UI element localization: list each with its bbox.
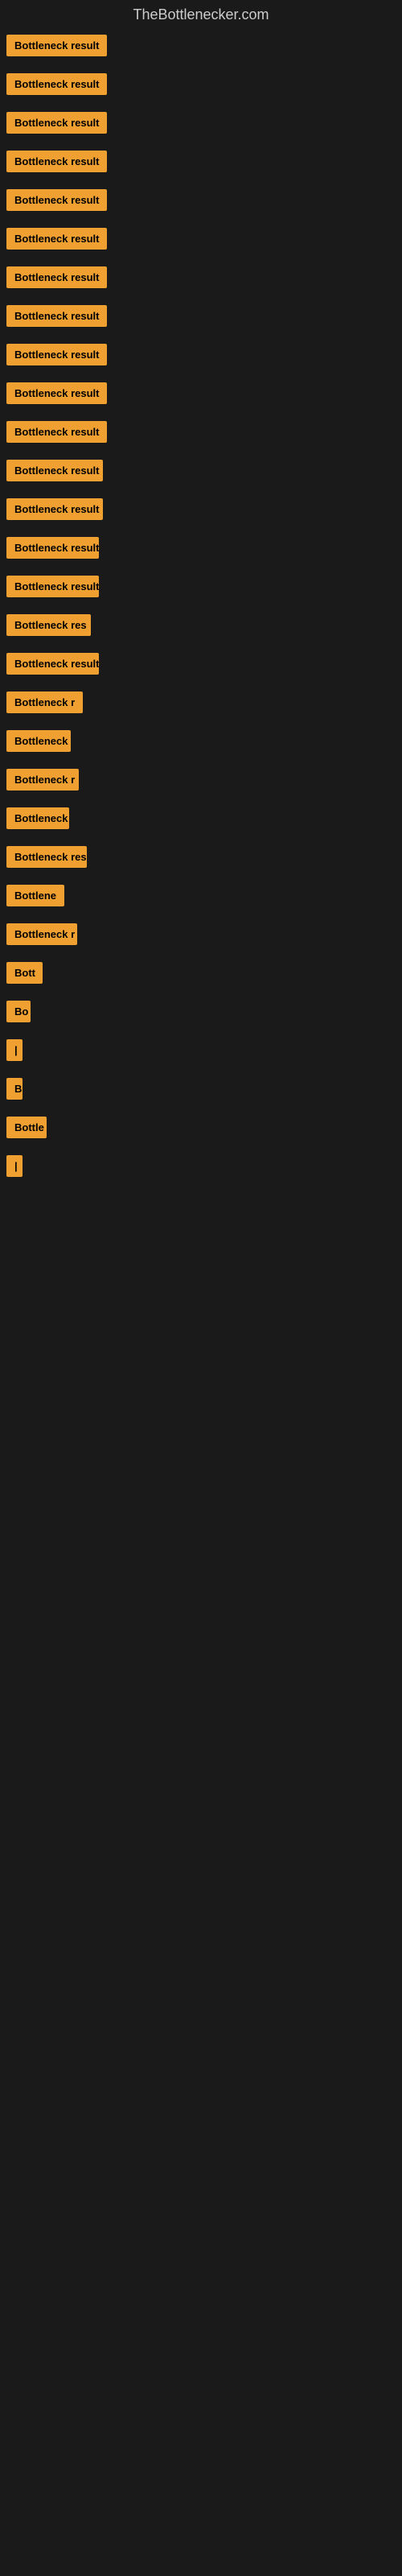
bottleneck-row: Bottleneck <box>0 803 402 838</box>
bottleneck-result-badge[interactable]: Bottleneck result <box>6 421 107 443</box>
bottleneck-result-badge[interactable]: | <box>6 1155 23 1177</box>
bottleneck-result-badge[interactable]: Bottleneck result <box>6 73 107 95</box>
site-title: TheBottlenecker.com <box>0 0 402 30</box>
bottleneck-result-badge[interactable]: Bottleneck result <box>6 35 107 56</box>
bottleneck-row: Bottleneck result <box>0 300 402 336</box>
bottleneck-row: Bottleneck res <box>0 609 402 645</box>
bottleneck-row: Bott <box>0 957 402 993</box>
bottleneck-result-badge[interactable]: Bottleneck result <box>6 382 107 404</box>
bottleneck-row: Bottleneck result <box>0 30 402 65</box>
bottleneck-result-badge[interactable]: Bottleneck result <box>6 266 107 288</box>
bottleneck-row: Bottlene <box>0 880 402 915</box>
bottleneck-row: Bottle <box>0 1112 402 1147</box>
bottleneck-row: Bottleneck result <box>0 571 402 606</box>
bottleneck-row: Bottleneck result <box>0 68 402 104</box>
bottleneck-result-badge[interactable]: Bottleneck result <box>6 189 107 211</box>
bottleneck-row: Bottleneck result <box>0 648 402 683</box>
bottleneck-row: Bottleneck result <box>0 378 402 413</box>
bottleneck-result-badge[interactable]: | <box>6 1039 23 1061</box>
bottleneck-row: | <box>0 1034 402 1070</box>
bottleneck-row: Bottleneck res <box>0 841 402 877</box>
bottleneck-result-badge[interactable]: B <box>6 1078 23 1100</box>
bottleneck-result-badge[interactable]: Bottleneck r <box>6 769 79 791</box>
bottleneck-result-badge[interactable]: Bottleneck result <box>6 576 99 597</box>
bottleneck-result-badge[interactable]: Bottleneck result <box>6 653 99 675</box>
bottleneck-row: Bottleneck r <box>0 687 402 722</box>
bottleneck-result-badge[interactable]: Bottle <box>6 1117 47 1138</box>
bottleneck-row: Bottleneck r <box>0 764 402 799</box>
bottleneck-row: B <box>0 1073 402 1108</box>
bottleneck-result-badge[interactable]: Bottleneck result <box>6 228 107 250</box>
bottleneck-row: | <box>0 1150 402 1186</box>
bottleneck-row: Bottleneck result <box>0 339 402 374</box>
bottleneck-row: Bottleneck result <box>0 223 402 258</box>
bottleneck-result-badge[interactable]: Bottleneck result <box>6 112 107 134</box>
bottleneck-result-badge[interactable]: Bottleneck result <box>6 151 107 172</box>
bottleneck-row: Bottleneck <box>0 725 402 761</box>
bottleneck-result-badge[interactable]: Bottleneck <box>6 807 69 829</box>
bottleneck-row: Bottleneck result <box>0 532 402 568</box>
bottleneck-row: Bottleneck result <box>0 416 402 452</box>
bottleneck-result-badge[interactable]: Bottleneck r <box>6 923 77 945</box>
bottleneck-row: Bottleneck result <box>0 107 402 142</box>
bottleneck-row: Bottleneck result <box>0 184 402 220</box>
bottleneck-row: Bottleneck result <box>0 146 402 181</box>
bottleneck-result-badge[interactable]: Bottleneck result <box>6 344 107 365</box>
bottleneck-result-badge[interactable]: Bottleneck res <box>6 614 91 636</box>
bottleneck-result-badge[interactable]: Bottleneck result <box>6 305 107 327</box>
bottleneck-result-badge[interactable]: Bott <box>6 962 43 984</box>
bottleneck-result-badge[interactable]: Bottleneck result <box>6 498 103 520</box>
bottleneck-result-badge[interactable]: Bottlene <box>6 885 64 906</box>
bottleneck-result-badge[interactable]: Bottleneck result <box>6 537 99 559</box>
bottleneck-result-badge[interactable]: Bottleneck <box>6 730 71 752</box>
bottleneck-result-badge[interactable]: Bottleneck result <box>6 460 103 481</box>
bottleneck-row: Bo <box>0 996 402 1031</box>
bottleneck-result-badge[interactable]: Bo <box>6 1001 31 1022</box>
bottleneck-row: Bottleneck r <box>0 919 402 954</box>
bottleneck-row: Bottleneck result <box>0 493 402 529</box>
bottleneck-result-badge[interactable]: Bottleneck res <box>6 846 87 868</box>
bottleneck-result-badge[interactable]: Bottleneck r <box>6 691 83 713</box>
bottleneck-row: Bottleneck result <box>0 262 402 297</box>
bottleneck-row: Bottleneck result <box>0 455 402 490</box>
